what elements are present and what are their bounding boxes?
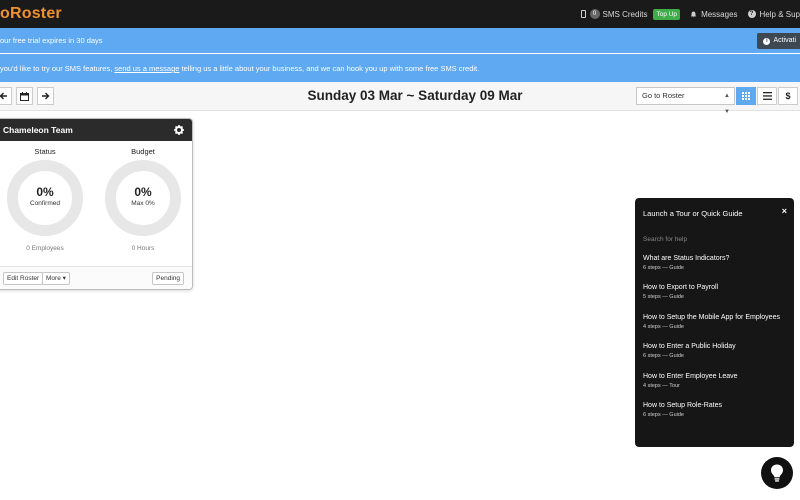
info-icon: i: [763, 37, 771, 45]
more-dropdown-button[interactable]: More ▾: [42, 272, 70, 285]
date-range-title: Sunday 03 Mar ~ Saturday 09 Mar: [307, 88, 523, 103]
guide-title: How to Enter Employee Leave: [643, 373, 738, 380]
grid-view-icon: [742, 92, 750, 100]
status-title: Status: [34, 147, 56, 156]
guide-meta: 4 steps — Guide: [643, 324, 684, 330]
team-name: Chameleon Team: [3, 125, 73, 135]
guide-title: How to Export to Payroll: [643, 284, 719, 291]
top-navbar: oRoster 0 SMS Credits Top Up Messages ? …: [0, 0, 800, 28]
activate-button[interactable]: i Activati: [757, 33, 800, 49]
guide-item[interactable]: What are Status Indicators? 6 steps — Gu…: [643, 255, 793, 271]
activate-label: Activati: [773, 37, 796, 44]
app-root: oRoster 0 SMS Credits Top Up Messages ? …: [0, 0, 800, 500]
help-support-label: Help & Sup: [759, 9, 800, 19]
budget-ring: 0% Max 0%: [105, 160, 181, 236]
status-percent: 0%: [36, 185, 54, 199]
guide-title: What are Status Indicators?: [643, 255, 730, 262]
sms-credits[interactable]: 0 SMS Credits Top Up: [580, 8, 681, 20]
sms-banner: you'd like to try our SMS features, send…: [0, 54, 800, 82]
select-arrows-icon: ▲ ▼: [724, 93, 730, 115]
next-week-button[interactable]: [37, 87, 54, 105]
guide-title: How to Enter a Public Holiday: [643, 343, 736, 350]
help-panel: Launch a Tour or Quick Guide × What are …: [635, 198, 794, 447]
top-up-button[interactable]: Top Up: [653, 8, 681, 20]
status-stat: Status 0% Confirmed 0 Employees: [5, 147, 85, 252]
help-support-link[interactable]: ? Help & Sup: [747, 9, 800, 19]
budget-sublabel: Max 0%: [131, 200, 155, 207]
status-footer: 0 Employees: [26, 245, 64, 252]
messages-link[interactable]: Messages: [690, 9, 738, 19]
budget-footer: 0 Hours: [131, 245, 155, 252]
close-icon[interactable]: ×: [782, 206, 787, 216]
budget-percent: 0%: [134, 185, 152, 199]
previous-week-button[interactable]: [0, 87, 12, 105]
guide-item[interactable]: How to Setup the Mobile App for Employee…: [643, 314, 793, 330]
guide-item[interactable]: How to Setup Role-Rates 6 steps — Guide: [643, 402, 793, 418]
roster-toolbar: Sunday 03 Mar ~ Saturday 09 Mar Go to Ro…: [0, 82, 800, 115]
guide-meta: 6 steps — Guide: [643, 353, 684, 359]
calendar-icon: [20, 91, 29, 101]
grid-view-button[interactable]: [736, 87, 756, 105]
calendar-button[interactable]: [16, 87, 33, 105]
edit-roster-button[interactable]: Edit Roster: [3, 272, 44, 285]
budget-stat: Budget 0% Max 0% 0 Hours: [103, 147, 183, 252]
bell-icon: [690, 11, 697, 17]
lightbulb-icon: [771, 464, 783, 482]
team-card: Chameleon Team Status 0% Confirmed 0 Emp…: [0, 118, 193, 290]
go-to-roster-select[interactable]: Go to Roster ▲ ▼: [636, 87, 735, 115]
help-panel-title: Launch a Tour or Quick Guide: [643, 209, 743, 218]
trial-message: our free trial expires in 30 days: [0, 36, 103, 45]
list-view-button[interactable]: [757, 87, 777, 105]
sms-text-before: you'd like to try our SMS features,: [0, 64, 115, 73]
help-circle-icon: ?: [747, 10, 756, 18]
guide-title: How to Setup Role-Rates: [643, 402, 722, 409]
team-card-footer: Edit Roster More ▾ Pending: [0, 266, 192, 289]
status-sublabel: Confirmed: [30, 200, 60, 207]
help-search-input[interactable]: [643, 236, 783, 243]
sms-message: you'd like to try our SMS features, send…: [0, 64, 479, 73]
sms-credits-count: 0: [589, 9, 600, 19]
guide-item[interactable]: How to Export to Payroll 5 steps — Guide: [643, 284, 793, 300]
phone-icon: [580, 10, 586, 18]
guide-item[interactable]: How to Enter a Public Holiday 6 steps — …: [643, 343, 793, 359]
guide-title: How to Setup the Mobile App for Employee…: [643, 314, 780, 321]
guide-meta: 6 steps — Guide: [643, 412, 684, 418]
send-message-link[interactable]: send us a message: [114, 64, 179, 73]
status-ring: 0% Confirmed: [7, 160, 83, 236]
guide-meta: 5 steps — Guide: [643, 294, 684, 300]
pending-button[interactable]: Pending: [152, 272, 184, 285]
navbar-right: 0 SMS Credits Top Up Messages ? Help & S…: [572, 0, 800, 28]
list-view-icon: [762, 92, 772, 100]
arrow-left-icon: [0, 92, 7, 100]
arrow-right-icon: [42, 92, 50, 100]
app-logo[interactable]: oRoster: [0, 4, 62, 24]
gear-icon[interactable]: [174, 125, 184, 135]
messages-label: Messages: [701, 9, 738, 19]
tour-launcher-button[interactable]: [761, 457, 793, 489]
guide-item[interactable]: How to Enter Employee Leave 4 steps — To…: [643, 373, 793, 389]
team-card-header: Chameleon Team: [0, 119, 192, 141]
sms-credits-label: SMS Credits: [602, 9, 648, 19]
go-to-roster-value: Go to Roster: [642, 91, 685, 100]
guide-meta: 6 steps — Guide: [643, 265, 684, 271]
budget-title: Budget: [131, 147, 155, 156]
cost-view-button[interactable]: $: [778, 87, 798, 105]
sms-text-after: telling us a little about your business,…: [179, 64, 480, 73]
guide-meta: 4 steps — Tour: [643, 383, 680, 389]
trial-banner: our free trial expires in 30 days i Acti…: [0, 28, 800, 53]
